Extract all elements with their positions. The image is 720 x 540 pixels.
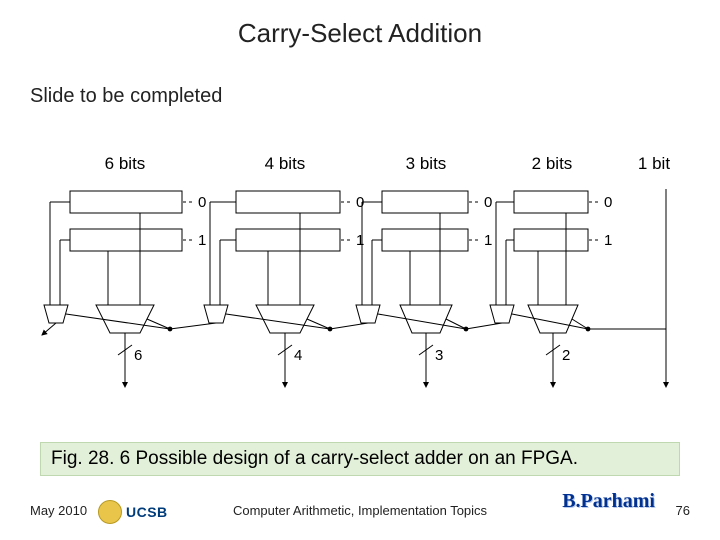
svg-text:0: 0 [484, 194, 492, 211]
cin-1: 1 [198, 232, 206, 249]
svg-text:4: 4 [294, 347, 302, 364]
svg-text:2: 2 [562, 347, 570, 364]
page-title: Carry-Select Addition [0, 18, 720, 49]
carry-mux-icon [44, 305, 68, 323]
stage-label: 6 bits [105, 155, 146, 173]
svg-text:1: 1 [484, 232, 492, 249]
stage-4: 2 bits 0 1 2 [466, 155, 612, 387]
ucsb-logo: UCSB [98, 500, 168, 524]
stage-2: 4 bits 0 1 4 [170, 155, 364, 387]
cin-0: 0 [198, 194, 206, 211]
svg-text:1: 1 [356, 232, 364, 249]
stage-3: 3 bits 0 1 3 [330, 155, 492, 387]
sum-mux-icon [96, 305, 154, 333]
subtitle: Slide to be completed [30, 85, 222, 108]
stage-5: 1 bit [588, 155, 670, 387]
svg-text:1: 1 [604, 232, 612, 249]
stage-label: 3 bits [406, 155, 447, 173]
stage-label: 4 bits [265, 155, 306, 173]
svg-text:3: 3 [435, 347, 443, 364]
slide: Carry-Select Addition Slide to be comple… [0, 0, 720, 540]
ucsb-wordmark: UCSB [126, 504, 168, 520]
svg-text:0: 0 [604, 194, 612, 211]
stage-label: 1 bit [638, 155, 670, 173]
ucsb-seal-icon [98, 500, 122, 524]
stage-label: 2 bits [532, 155, 573, 173]
author-signature: B.Parhami [562, 490, 655, 513]
page-number: 76 [676, 503, 690, 518]
figure-caption: Fig. 28. 6 Possible design of a carry-se… [40, 442, 680, 476]
stage-1: 6 bits 0 1 [42, 155, 206, 387]
carry-select-diagram: 6 bits 0 1 [30, 155, 690, 435]
bus-width: 6 [134, 347, 142, 364]
